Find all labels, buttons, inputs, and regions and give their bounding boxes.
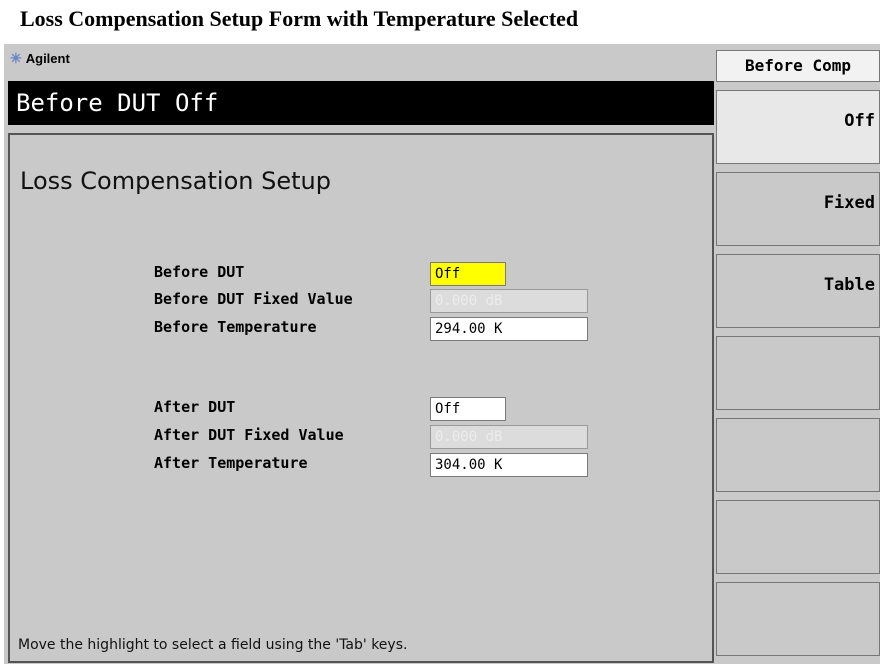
- before-temperature-field[interactable]: 294.00 K: [430, 317, 588, 341]
- brand-logo: ✳ Agilent: [10, 48, 70, 68]
- softkey-menu: Before Comp Off Fixed Table: [716, 44, 880, 664]
- after-fixed-value-label: After DUT Fixed Value: [154, 426, 344, 444]
- softkey-menu-title: Before Comp: [716, 50, 880, 82]
- before-dut-field[interactable]: Off: [430, 262, 506, 286]
- after-temperature-label: After Temperature: [154, 454, 308, 472]
- after-dut-field[interactable]: Off: [430, 397, 506, 421]
- before-fixed-value-field: 0.000 dB: [430, 289, 588, 313]
- after-dut-label: After DUT: [154, 398, 236, 416]
- loss-compensation-form: Loss Compensation Setup Before DUT Off B…: [8, 133, 714, 663]
- status-hint: Move the highlight to select a field usi…: [18, 637, 408, 653]
- figure-caption: Loss Compensation Setup Form with Temper…: [20, 6, 579, 31]
- softkey-blank-4[interactable]: [716, 336, 880, 410]
- before-dut-label: Before DUT: [154, 263, 245, 281]
- softkey-blank-6[interactable]: [716, 500, 880, 574]
- active-function-title: Before DUT Off: [8, 81, 714, 125]
- brand-name: Agilent: [25, 50, 70, 66]
- agilent-star-icon: ✳: [10, 49, 22, 66]
- softkey-table[interactable]: Table: [716, 254, 880, 328]
- after-fixed-value-field: 0.000 dB: [430, 425, 588, 449]
- before-fixed-value-label: Before DUT Fixed Value: [154, 290, 353, 308]
- softkey-blank-7[interactable]: [716, 582, 880, 656]
- form-title: Loss Compensation Setup: [20, 167, 331, 195]
- after-temperature-field[interactable]: 304.00 K: [430, 453, 588, 477]
- softkey-fixed[interactable]: Fixed: [716, 172, 880, 246]
- before-temperature-label: Before Temperature: [154, 318, 317, 336]
- softkey-off[interactable]: Off: [716, 90, 880, 164]
- softkey-blank-5[interactable]: [716, 418, 880, 492]
- instrument-screen: ✳ Agilent Before DUT Off Loss Compensati…: [4, 44, 880, 664]
